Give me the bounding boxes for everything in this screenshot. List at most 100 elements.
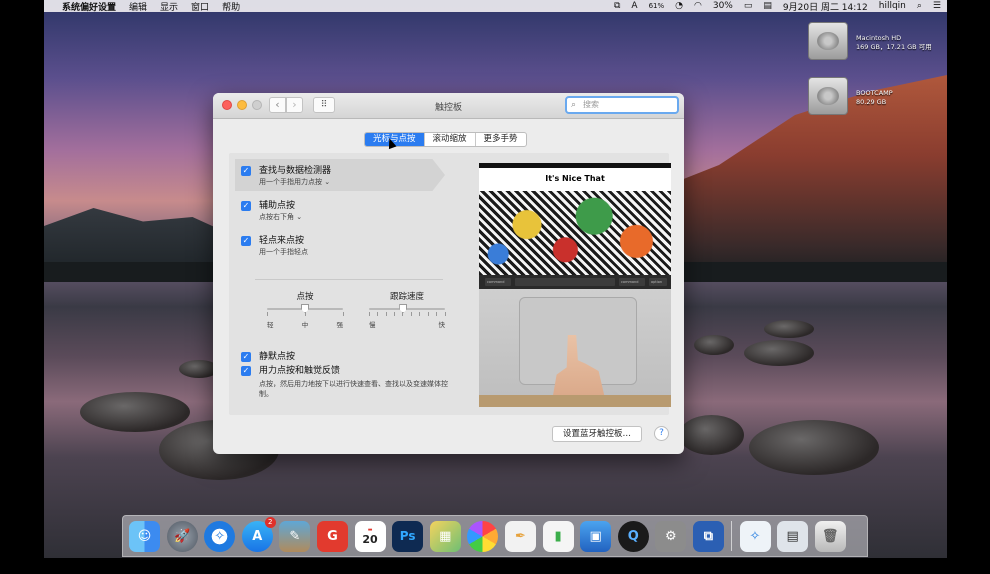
option-subtitle[interactable]: 点按右下角 ⌄: [259, 212, 302, 222]
preview-desk: [479, 395, 671, 407]
tracking-speed-track[interactable]: [369, 304, 445, 313]
wallpaper-rock: [749, 420, 879, 475]
setup-bluetooth-trackpad-button[interactable]: 设置蓝牙触控板…: [552, 426, 643, 442]
tap-to-click-checkbox[interactable]: ✓: [241, 236, 251, 246]
hard-drive-icon: [808, 77, 848, 115]
preview-spacebar: [515, 278, 615, 286]
tick-firm: 强: [336, 321, 344, 329]
preview-trackpad-area: [479, 289, 671, 407]
click-slider-tick-labels: 轻 中 强: [267, 319, 343, 329]
secondary-click-checkbox[interactable]: ✓: [241, 201, 251, 211]
screen-share-icon[interactable]: ⧉: [614, 1, 620, 11]
option-title: 轻点来点按: [259, 236, 305, 246]
keynote-icon[interactable]: ▣: [580, 520, 612, 552]
battery-meter-text[interactable]: 61%: [649, 2, 665, 10]
disk-label: Macintosh HD 169 GB，17.21 GB 可用: [856, 34, 932, 52]
tracking-speed-slider[interactable]: 跟踪速度 慢 快: [369, 290, 446, 329]
tab-more-gestures[interactable]: 更多手势: [476, 133, 526, 146]
option-silent-click[interactable]: ✓ 静默点按: [241, 351, 295, 363]
option-title: 静默点按: [259, 352, 296, 362]
option-title: 辅助点按: [259, 201, 296, 211]
wallpaper-rock: [679, 415, 744, 455]
notification-center-icon[interactable]: ☰: [933, 1, 941, 11]
option-title: 用力点按和触觉反馈: [259, 366, 341, 376]
clock[interactable]: 9月20日 周二 14:12: [783, 0, 868, 13]
wallpaper-rock: [764, 320, 814, 338]
spotlight-icon[interactable]: ⌕: [917, 1, 922, 11]
option-lookup[interactable]: ✓ 查找与数据检测器 用一个手指用力点按 ⌄: [241, 165, 331, 187]
battery-icon[interactable]: ▭: [744, 1, 753, 11]
tick-fast: 快: [438, 321, 446, 329]
menu-window[interactable]: 窗口: [191, 0, 209, 13]
screen-sharing-icon[interactable]: ⧉: [692, 520, 724, 552]
safari-icon[interactable]: ✧: [204, 520, 236, 552]
downloads-folder-icon[interactable]: ✧: [739, 520, 771, 552]
tab-scroll-zoom[interactable]: 滚动缩放: [425, 133, 476, 146]
username[interactable]: hillqin: [879, 1, 906, 11]
status-area: ⧉ A 61% ◔ ◠ 30% ▭ ▤ 9月20日 周二 14:12 hillq…: [603, 0, 941, 13]
tracking-speed-label: 跟踪速度: [389, 292, 424, 302]
menu-edit[interactable]: 编辑: [129, 0, 147, 13]
tick-slow: 慢: [369, 321, 376, 329]
silent-click-checkbox[interactable]: ✓: [241, 352, 251, 362]
option-tap-to-click[interactable]: ✓ 轻点来点按 用一个手指轻点: [241, 235, 308, 257]
wallpaper-rock: [744, 340, 814, 366]
click-slider-label: 点按: [296, 292, 314, 302]
quicktime-icon[interactable]: Q: [617, 520, 649, 552]
calendar-icon[interactable]: ▬ 20: [354, 520, 386, 552]
menu-view[interactable]: 显示: [160, 0, 178, 13]
pages-icon[interactable]: ✒: [504, 520, 536, 552]
menu-app-name[interactable]: 系统偏好设置: [62, 0, 116, 13]
desktop-disk-macintosh-hd[interactable]: Macintosh HD 169 GB，17.21 GB 可用: [808, 22, 932, 60]
menu-help[interactable]: 帮助: [222, 0, 240, 13]
gesture-preview-video: It's Nice That command command option: [479, 163, 671, 407]
preview-key: option: [649, 278, 667, 286]
desktop-disk-bootcamp[interactable]: BOOTCAMP 80.29 GB: [808, 77, 893, 115]
adobe-icon[interactable]: A: [631, 1, 637, 11]
chevron-down-icon: ⌄: [324, 178, 331, 186]
divider: [255, 279, 443, 280]
app-store-badge: 2: [264, 516, 276, 528]
launchpad-icon[interactable]: 🚀: [166, 520, 198, 552]
numbers-icon[interactable]: ▮: [542, 520, 574, 552]
option-text: 查找与数据检测器 用一个手指用力点按 ⌄: [259, 165, 331, 187]
preview-key: command: [619, 278, 645, 286]
option-secondary-click[interactable]: ✓ 辅助点按 点按右下角 ⌄: [241, 200, 302, 222]
click-slider-track[interactable]: [267, 304, 343, 313]
recent-document-icon[interactable]: ▤: [777, 520, 809, 552]
finder-icon[interactable]: ☺: [129, 520, 160, 552]
trash-icon[interactable]: 🗑: [814, 520, 846, 552]
option-force-click[interactable]: ✓ 用力点按和触觉反馈 点按，然后用力地按下以进行快速查看、查找以及变速媒体控制…: [241, 365, 449, 399]
option-text: 用力点按和触觉反馈 点按，然后用力地按下以进行快速查看、查找以及变速媒体控制。: [259, 365, 449, 399]
app-store-icon[interactable]: A2: [241, 516, 276, 552]
click-slider[interactable]: 点按 轻 中 强: [267, 290, 344, 329]
battery-percent[interactable]: 30%: [713, 1, 733, 11]
preview-app-icon[interactable]: ✎: [279, 520, 311, 552]
force-click-checkbox[interactable]: ✓: [241, 366, 251, 376]
disk-name: Macintosh HD: [856, 34, 902, 42]
tick-medium: 中: [301, 321, 309, 329]
disk-info: 80.29 GB: [856, 98, 887, 106]
title-bar[interactable]: ‹ › ⠿ 触控板 ⌕ 搜索: [213, 93, 684, 119]
system-preferences-icon[interactable]: ⚙: [655, 520, 687, 552]
preview-website: It's Nice That: [479, 163, 671, 275]
input-flag-icon[interactable]: ▤: [763, 1, 772, 11]
gauge-icon[interactable]: ◔: [675, 1, 683, 11]
screen: 系统偏好设置 编辑 显示 窗口 帮助 ⧉ A 61% ◔ ◠ 30% ▭ ▤ 9…: [0, 0, 990, 574]
disk-info: 169 GB，17.21 GB 可用: [856, 43, 932, 51]
search-field[interactable]: ⌕ 搜索: [565, 96, 679, 114]
search-icon: ⌕: [571, 100, 577, 110]
photos-icon[interactable]: [467, 520, 499, 552]
lookup-checkbox[interactable]: ✓: [241, 166, 251, 176]
gifox-icon[interactable]: G: [316, 520, 348, 552]
disk-label: BOOTCAMP 80.29 GB: [856, 89, 893, 107]
option-subtitle[interactable]: 用一个手指用力点按 ⌄: [259, 177, 331, 187]
preview-artwork: [479, 191, 671, 275]
image-capture-icon[interactable]: ▦: [429, 520, 461, 552]
help-button[interactable]: ?: [654, 426, 669, 441]
option-description: 点按，然后用力地按下以进行快速查看、查找以及变速媒体控制。: [259, 380, 448, 398]
preview-key: command: [485, 278, 511, 286]
wifi-icon[interactable]: ◠: [694, 1, 702, 11]
preview-browser-bar: [479, 163, 671, 168]
photoshop-icon[interactable]: Ps: [392, 520, 424, 552]
